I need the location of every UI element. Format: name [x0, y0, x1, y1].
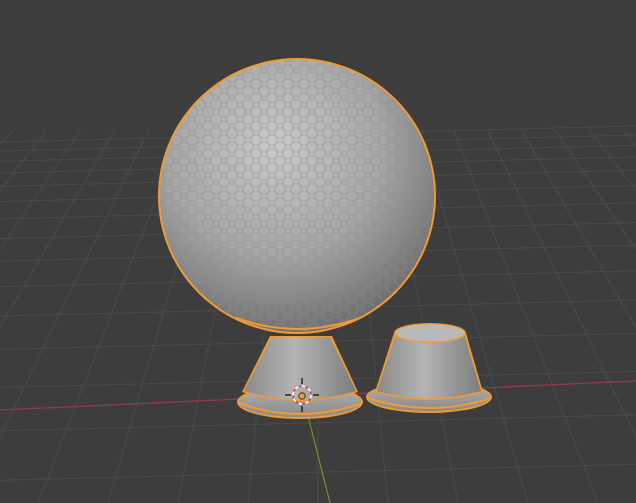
3d-viewport[interactable] — [0, 0, 636, 503]
object-origin-icon — [298, 392, 306, 400]
grid-line — [453, 129, 599, 503]
golf-tee-mesh[interactable] — [237, 336, 363, 419]
golf-ball-mesh[interactable] — [158, 58, 436, 334]
tee-cap-mesh[interactable] — [366, 323, 492, 413]
grid-line — [419, 129, 529, 503]
